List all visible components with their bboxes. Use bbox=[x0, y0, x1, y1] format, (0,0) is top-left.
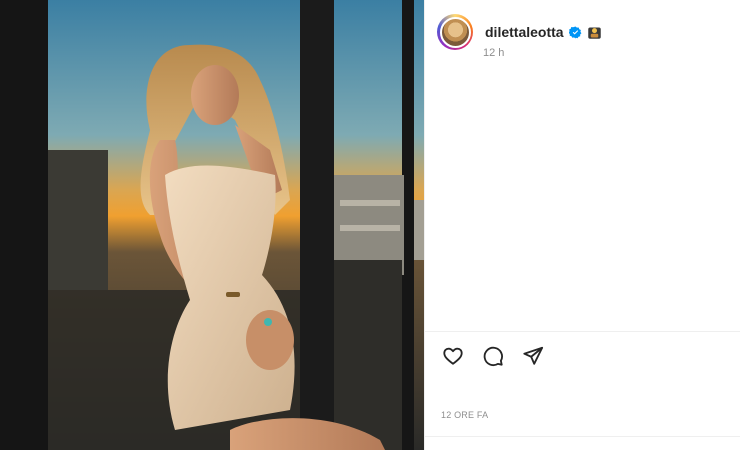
emoji-icon bbox=[587, 27, 601, 39]
post-header: dilettaleotta bbox=[437, 12, 602, 52]
divider bbox=[425, 436, 740, 437]
avatar[interactable] bbox=[439, 16, 471, 48]
verified-badge-icon bbox=[568, 26, 582, 38]
post-sidebar: dilettaleotta 12 h 12 ORE FA bbox=[424, 0, 740, 450]
comment-button[interactable] bbox=[481, 344, 505, 368]
like-icon bbox=[443, 347, 463, 365]
action-bar bbox=[441, 344, 545, 368]
divider bbox=[425, 331, 740, 332]
username[interactable]: dilettaleotta bbox=[485, 24, 564, 40]
share-button[interactable] bbox=[521, 344, 545, 368]
post-photo-illustration bbox=[0, 0, 424, 450]
post-photo[interactable] bbox=[0, 0, 424, 450]
post-date-label: 12 ORE FA bbox=[441, 410, 489, 420]
instagram-post: dilettaleotta 12 h 12 ORE FA bbox=[0, 0, 740, 450]
story-ring[interactable] bbox=[437, 14, 473, 50]
share-icon bbox=[523, 346, 544, 365]
like-button[interactable] bbox=[441, 344, 465, 368]
post-timestamp: 12 h bbox=[483, 47, 505, 59]
comment-icon bbox=[483, 346, 503, 367]
